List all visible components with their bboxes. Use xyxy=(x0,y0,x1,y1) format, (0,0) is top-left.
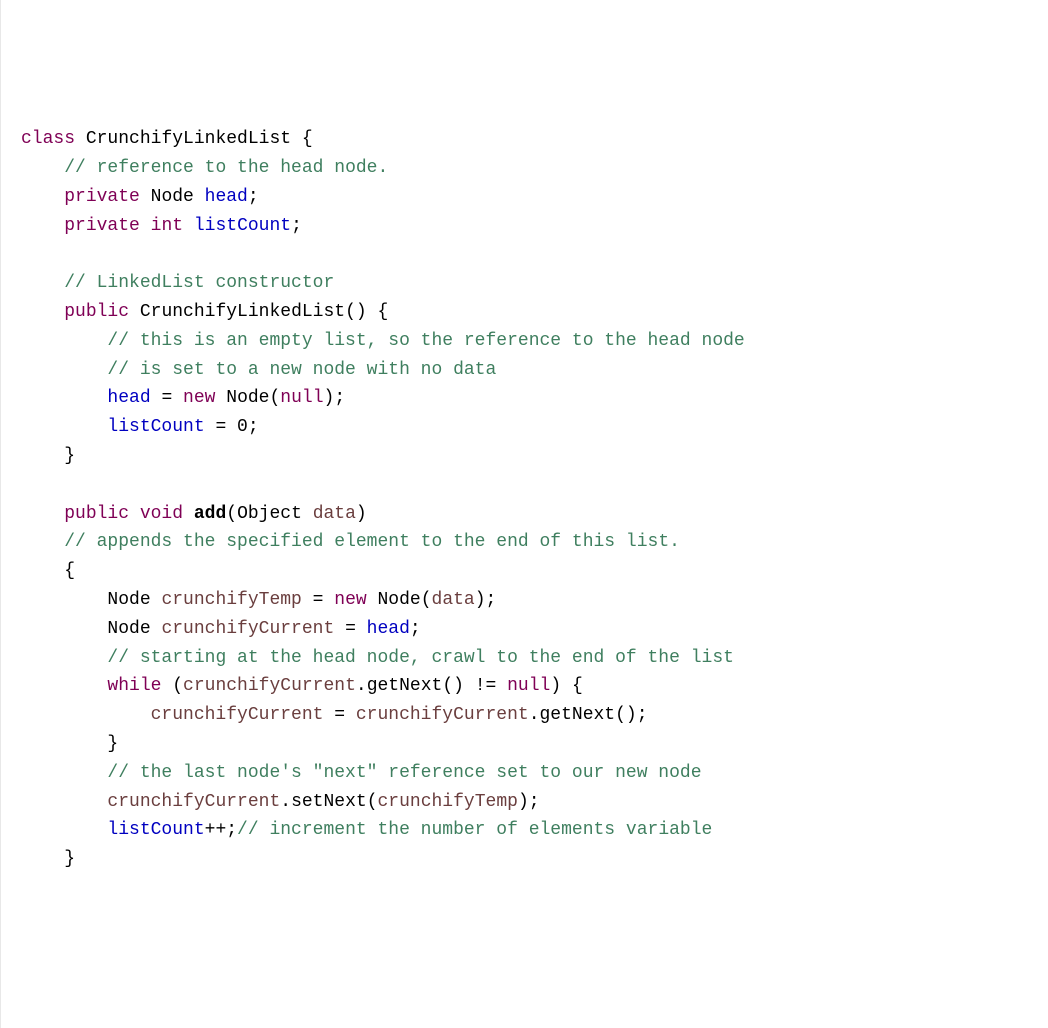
line-14: public void add(Object data) xyxy=(21,504,367,524)
method-getnext: getNext xyxy=(367,676,443,696)
line-25: listCount++;// increment the number of e… xyxy=(21,820,712,840)
field-head: head xyxy=(367,619,410,639)
keyword-new: new xyxy=(183,388,215,408)
param-data: data xyxy=(313,504,356,524)
field-listcount: listCount xyxy=(107,820,204,840)
line-21: crunchifyCurrent = crunchifyCurrent.getN… xyxy=(21,705,648,725)
method-setnext: setNext xyxy=(291,792,367,812)
constructor-name: CrunchifyLinkedList xyxy=(140,302,345,322)
comment: // is set to a new node with no data xyxy=(107,360,496,380)
type-node: Node xyxy=(107,590,161,610)
keyword-while: while xyxy=(107,676,161,696)
line-23: // the last node's "next" reference set … xyxy=(21,763,702,783)
line-17: Node crunchifyTemp = new Node(data); xyxy=(21,590,496,610)
comment: // reference to the head node. xyxy=(64,158,388,178)
method-getnext: getNext xyxy=(540,705,616,725)
line-3: private Node head; xyxy=(21,187,259,207)
line-18: Node crunchifyCurrent = head; xyxy=(21,619,421,639)
keyword-private: private xyxy=(64,187,140,207)
type-node: Node xyxy=(378,590,421,610)
keyword-null: null xyxy=(507,676,550,696)
line-7: public CrunchifyLinkedList() { xyxy=(21,302,388,322)
method-add: add xyxy=(194,504,226,524)
line-26: } xyxy=(21,849,75,869)
comment: // the last node's "next" reference set … xyxy=(107,763,701,783)
type-node: Node xyxy=(140,187,205,207)
line-6: // LinkedList constructor xyxy=(21,273,334,293)
keyword-null: null xyxy=(280,388,323,408)
field-head: head xyxy=(107,388,150,408)
line-12: } xyxy=(21,446,75,466)
local-crunchifycurrent: crunchifyCurrent xyxy=(107,792,280,812)
line-9: // is set to a new node with no data xyxy=(21,360,496,380)
local-crunchifycurrent: crunchifyCurrent xyxy=(356,705,529,725)
comment: // this is an empty list, so the referen… xyxy=(107,331,744,351)
line-1: class CrunchifyLinkedList { xyxy=(21,129,313,149)
class-name: CrunchifyLinkedList xyxy=(86,129,291,149)
keyword-void: void xyxy=(129,504,194,524)
line-24: crunchifyCurrent.setNext(crunchifyTemp); xyxy=(21,792,540,812)
line-11: listCount = 0; xyxy=(21,417,259,437)
line-10: head = new Node(null); xyxy=(21,388,345,408)
field-listcount: listCount xyxy=(194,216,291,236)
brace: { xyxy=(291,129,313,149)
keyword-private: private xyxy=(64,216,140,236)
line-2: // reference to the head node. xyxy=(21,158,388,178)
type-object: Object xyxy=(237,504,313,524)
local-crunchifycurrent: crunchifyCurrent xyxy=(151,705,324,725)
keyword-class: class xyxy=(21,129,75,149)
comment: // LinkedList constructor xyxy=(64,273,334,293)
keyword-int: int xyxy=(140,216,194,236)
line-15: // appends the specified element to the … xyxy=(21,532,680,552)
type-node: Node xyxy=(107,619,161,639)
param-data: data xyxy=(432,590,475,610)
local-crunchifytemp: crunchifyTemp xyxy=(378,792,518,812)
local-crunchifycurrent: crunchifyCurrent xyxy=(183,676,356,696)
field-listcount: listCount xyxy=(107,417,204,437)
comment: // increment the number of elements vari… xyxy=(237,820,712,840)
comment: // appends the specified element to the … xyxy=(64,532,680,552)
keyword-public: public xyxy=(64,302,129,322)
field-head: head xyxy=(205,187,248,207)
line-20: while (crunchifyCurrent.getNext() != nul… xyxy=(21,676,583,696)
literal-zero: 0 xyxy=(237,417,248,437)
code-block: class CrunchifyLinkedList { // reference… xyxy=(21,125,1028,874)
line-19: // starting at the head node, crawl to t… xyxy=(21,648,734,668)
keyword-new: new xyxy=(334,590,366,610)
local-crunchifycurrent: crunchifyCurrent xyxy=(161,619,334,639)
line-4: private int listCount; xyxy=(21,216,302,236)
line-22: } xyxy=(21,734,118,754)
local-crunchifytemp: crunchifyTemp xyxy=(161,590,301,610)
comment: // starting at the head node, crawl to t… xyxy=(107,648,734,668)
line-8: // this is an empty list, so the referen… xyxy=(21,331,745,351)
type-node: Node xyxy=(226,388,269,408)
line-16: { xyxy=(21,561,75,581)
keyword-public: public xyxy=(64,504,129,524)
